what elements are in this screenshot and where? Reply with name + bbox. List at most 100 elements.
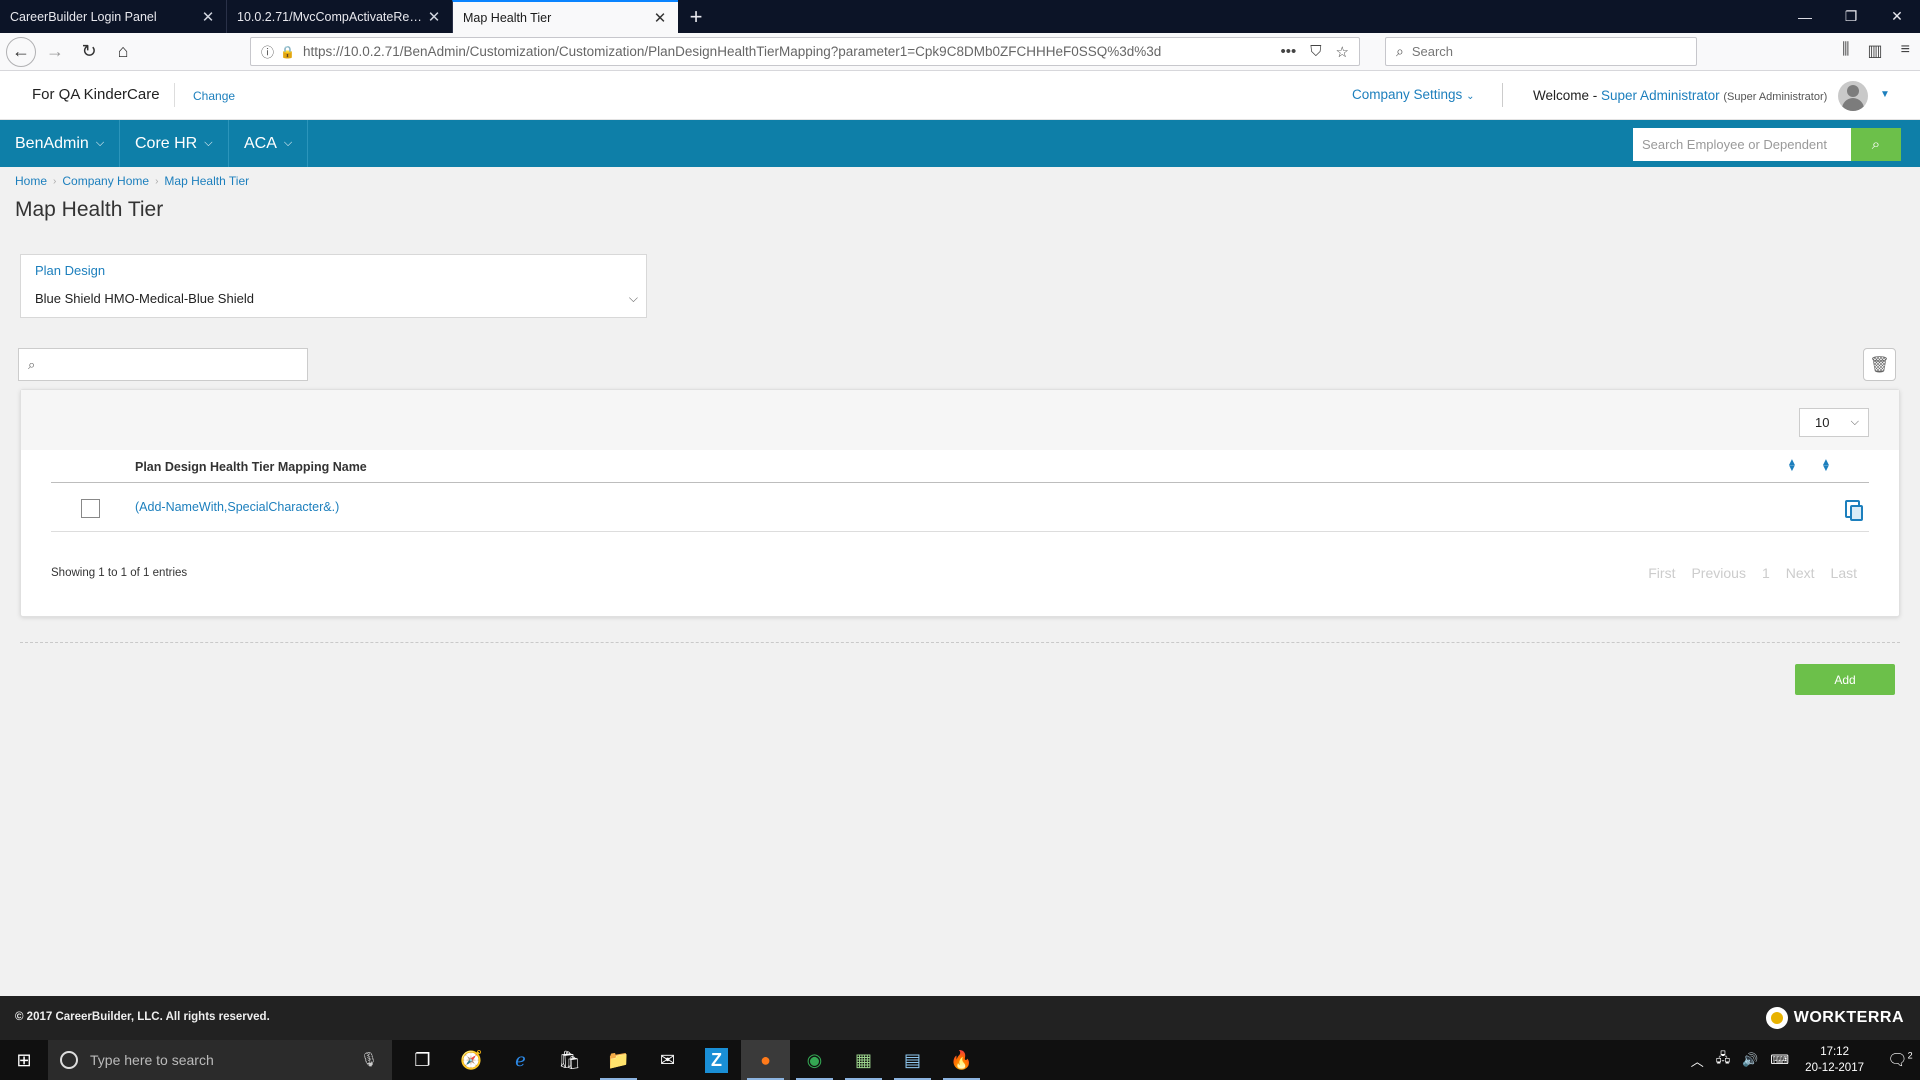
mail-icon[interactable]: ✉: [643, 1040, 692, 1080]
info-icon[interactable]: ⓘ: [261, 42, 274, 61]
employee-search-button[interactable]: ⌕: [1851, 128, 1901, 161]
browser-tab-bar: CareerBuilder Login Panel ✕ 10.0.2.71/Mv…: [0, 0, 1920, 33]
page-size-value: 10: [1815, 415, 1830, 430]
new-tab-button[interactable]: +: [678, 0, 714, 33]
copy-icon[interactable]: [1843, 498, 1863, 521]
workterra-logo-icon: [1765, 1007, 1788, 1029]
taskbar: ⊞ Type here to search 🎙 ❐ 🧭 ℯ 🛍 📁 ✉ Z ● …: [0, 1040, 1920, 1080]
network-icon[interactable]: 🖧: [1716, 1049, 1731, 1071]
url-bar[interactable]: ⓘ 🔒 https://10.0.2.71/BenAdmin/Customiza…: [250, 37, 1360, 66]
breadcrumb-home[interactable]: Home: [15, 174, 47, 188]
app-header: For QA KinderCare Change Company Setting…: [0, 71, 1920, 120]
back-button[interactable]: ←: [6, 36, 36, 67]
sidebar-icon[interactable]: ▥: [1868, 41, 1883, 61]
bookmark-star-icon[interactable]: ☆: [1336, 43, 1349, 61]
browser-tab-restore[interactable]: 10.0.2.71/MvcCompActivateRestore ✕: [226, 0, 452, 33]
breadcrumb-company-home[interactable]: Company Home: [62, 174, 149, 188]
breadcrumb-current[interactable]: Map Health Tier: [164, 174, 249, 188]
close-icon[interactable]: ✕: [426, 9, 442, 26]
company-settings-label: Company Settings: [1352, 87, 1463, 102]
forward-button[interactable]: →: [40, 37, 70, 67]
browser-tab-login[interactable]: CareerBuilder Login Panel ✕: [0, 0, 226, 33]
avatar[interactable]: [1838, 81, 1868, 111]
divider: [20, 642, 1900, 643]
nav-menu-label: ACA: [244, 134, 277, 152]
plan-design-label: Plan Design: [35, 263, 106, 278]
close-icon[interactable]: ✕: [200, 9, 216, 26]
minimize-icon[interactable]: —: [1782, 0, 1828, 33]
change-company-link[interactable]: Change: [193, 89, 235, 103]
table-row: (Add-NameWith,SpecialCharacter&.): [51, 484, 1869, 532]
sort-icon[interactable]: ▲ ▼: [1787, 458, 1797, 474]
pager-previous[interactable]: Previous: [1691, 565, 1745, 581]
close-window-icon[interactable]: ✕: [1874, 0, 1920, 33]
notepad-icon[interactable]: ▤: [888, 1040, 937, 1080]
page-size-select[interactable]: 10 ⌵: [1799, 408, 1869, 437]
caret-down-icon[interactable]: ▼: [1880, 89, 1890, 100]
user-name-link[interactable]: Super Administrator: [1601, 88, 1720, 103]
sort-icon[interactable]: ▲ ▼: [1821, 458, 1831, 474]
pagination: First Previous 1 Next Last: [1648, 565, 1857, 581]
task-view-icon[interactable]: ❐: [398, 1040, 447, 1080]
browser-tab-map-health-tier[interactable]: Map Health Tier ✕: [452, 0, 678, 33]
mapping-table: 10 ⌵ Plan Design Health Tier Mapping Nam…: [20, 389, 1900, 617]
user-role: (Super Administrator): [1723, 91, 1828, 103]
chrome-icon[interactable]: ◉: [790, 1040, 839, 1080]
window-controls: — ❐ ✕: [1782, 0, 1920, 33]
page-actions-icon[interactable]: •••: [1281, 43, 1297, 60]
search-icon: ⌕: [1396, 43, 1404, 59]
table-search-input[interactable]: ⌕: [18, 348, 308, 381]
chevron-down-icon: ⌵: [204, 137, 213, 149]
taskbar-search[interactable]: Type here to search 🎙: [48, 1040, 392, 1080]
safari-icon[interactable]: 🧭: [447, 1040, 496, 1080]
plan-design-select[interactable]: Plan Design Blue Shield HMO-Medical-Blue…: [20, 254, 647, 318]
spreadsheet-icon[interactable]: ▦: [839, 1040, 888, 1080]
volume-icon[interactable]: 🔊: [1742, 1052, 1758, 1068]
welcome-label: Welcome -: [1533, 88, 1598, 103]
browser-nav-bar: ← → ↻ ⌂ ⓘ 🔒 https://10.0.2.71/BenAdmin/C…: [0, 33, 1920, 71]
column-header-name[interactable]: Plan Design Health Tier Mapping Name: [135, 460, 367, 474]
brand-name: WORKTERRA: [1793, 1009, 1904, 1026]
table-toolbar: 10 ⌵: [21, 390, 1899, 450]
firefox-icon[interactable]: ●: [741, 1040, 790, 1080]
microphone-icon[interactable]: 🎙: [360, 1051, 378, 1068]
restore-icon[interactable]: ❐: [1828, 0, 1874, 33]
flame-app-icon[interactable]: 🔥: [937, 1040, 986, 1080]
page-title: Map Health Tier: [15, 198, 164, 221]
delete-button[interactable]: 🗑: [1863, 348, 1896, 381]
pager-first[interactable]: First: [1648, 565, 1675, 581]
chevron-down-icon: ⌵: [283, 137, 293, 149]
chevron-up-icon[interactable]: ︿: [1691, 1051, 1704, 1070]
notification-icon[interactable]: 🗨2: [1880, 1050, 1920, 1070]
menu-icon[interactable]: ≡: [1901, 41, 1910, 61]
reload-button[interactable]: ↻: [74, 37, 104, 67]
row-checkbox[interactable]: [81, 499, 100, 518]
clock[interactable]: 17:12 20-12-2017: [1805, 1044, 1864, 1076]
nav-menu-aca[interactable]: ACA ⌵: [229, 120, 309, 167]
windows-start-icon[interactable]: ⊞: [0, 1040, 48, 1080]
nav-menu-core-hr[interactable]: Core HR ⌵: [120, 120, 229, 167]
add-button[interactable]: Add: [1795, 664, 1895, 695]
pocket-icon[interactable]: ⛉: [1310, 43, 1321, 60]
home-button[interactable]: ⌂: [108, 37, 138, 67]
edge-icon[interactable]: ℯ: [496, 1040, 545, 1080]
browser-search-placeholder: Search: [1411, 44, 1454, 59]
pager-last[interactable]: Last: [1831, 565, 1857, 581]
store-icon[interactable]: 🛍: [545, 1040, 594, 1080]
welcome-text: Welcome - Super Administrator (Super Adm…: [1533, 88, 1827, 103]
nav-menu-benadmin[interactable]: BenAdmin ⌵: [0, 120, 121, 167]
zoom-icon[interactable]: Z: [692, 1040, 741, 1080]
file-explorer-icon[interactable]: 📁: [594, 1040, 643, 1080]
mapping-name-link[interactable]: (Add-NameWith,SpecialCharacter&.): [135, 500, 339, 514]
keyboard-icon[interactable]: ⌨: [1770, 1052, 1789, 1068]
company-settings-menu[interactable]: Company Settings ⌄: [1352, 87, 1474, 102]
browser-search-bar[interactable]: ⌕ Search: [1385, 37, 1697, 66]
pager-next[interactable]: Next: [1786, 565, 1815, 581]
taskbar-search-placeholder: Type here to search: [90, 1052, 214, 1068]
pager-page-1[interactable]: 1: [1762, 565, 1770, 581]
chevron-right-icon: ›: [155, 175, 159, 187]
employee-search-input[interactable]: Search Employee or Dependent: [1633, 128, 1851, 161]
close-icon[interactable]: ✕: [652, 10, 668, 27]
url-text[interactable]: https://10.0.2.71/BenAdmin/Customization…: [303, 44, 1281, 59]
library-icon[interactable]: ⫼: [1842, 41, 1849, 61]
